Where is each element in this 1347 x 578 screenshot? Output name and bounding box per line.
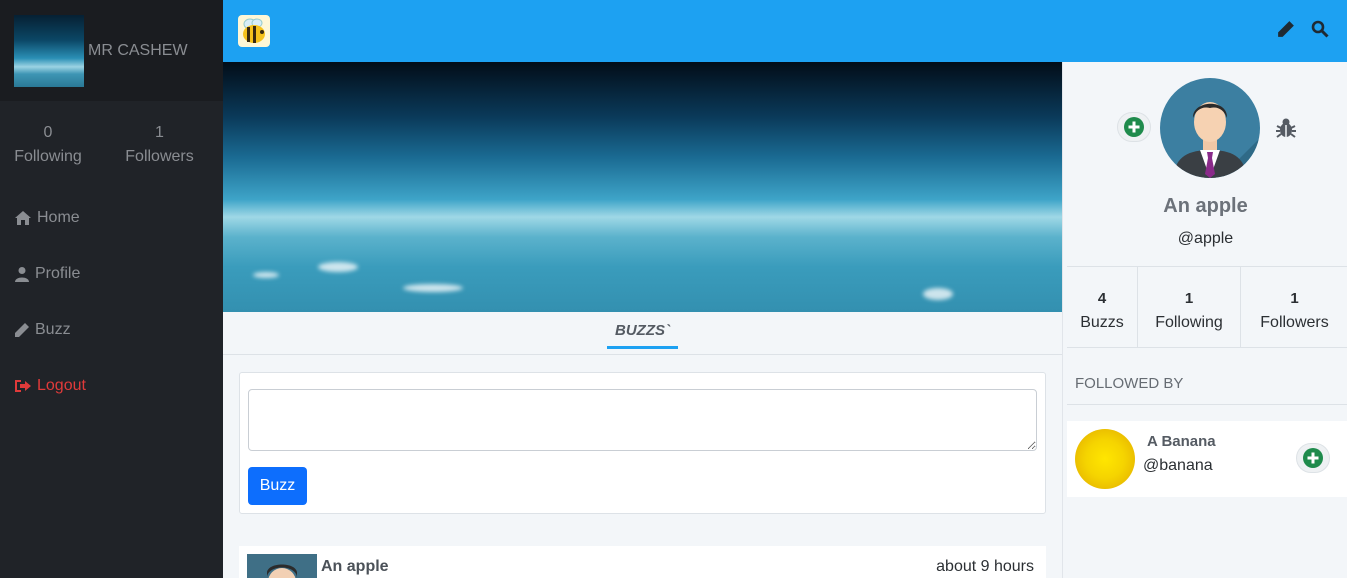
sidebar-username: MR CASHEW [88,41,188,59]
follower-name[interactable]: A Banana [1147,433,1216,450]
stat-value: 4 [1097,290,1107,307]
stat-label: Following [1155,314,1223,331]
search-icon[interactable] [1311,20,1329,38]
sidebar-item-label: Profile [35,265,81,282]
plus-circle-icon [1303,448,1323,468]
avatar[interactable] [1075,429,1135,489]
compose-box: Buzz [239,372,1046,514]
followed-by-title: FOLLOWED BY [1075,375,1184,392]
sidebar-nav: Home Profile Buzz Logout [0,190,223,414]
home-icon [15,211,31,225]
sidebar-stat-followers[interactable]: 1 Followers [96,121,223,170]
buzz-input[interactable] [248,389,1037,451]
cover-image [223,62,1062,312]
avatar[interactable] [14,14,84,87]
top-actions [1277,20,1329,38]
sidebar-item-home[interactable]: Home [0,190,223,246]
user-icon [15,267,29,282]
post-author[interactable]: An apple [321,558,389,576]
sidebar-stats: 0 Following 1 Followers [0,101,223,170]
sidebar-user[interactable]: MR CASHEW [0,0,223,101]
profile-stat-buzzs[interactable]: 4 Buzzs [1067,267,1138,347]
sidebar-item-profile[interactable]: Profile [0,246,223,302]
buzz-button[interactable]: Buzz [248,467,307,505]
profile-stat-followers[interactable]: 1 Followers [1241,267,1347,347]
pencil-icon [15,323,29,337]
sidebar-item-label: Logout [37,377,86,394]
stat-label: Followers [125,148,194,165]
profile-handle: @apple [1177,230,1234,247]
sidebar-item-label: Buzz [35,321,71,338]
follow-button[interactable] [1296,443,1330,473]
plus-circle-icon [1124,117,1144,137]
stat-label: Following [14,148,82,165]
tab-bar: BUZZS` [223,312,1062,355]
post-item: An apple about 9 hours [239,546,1046,578]
main-content: BUZZS` Buzz An apple about 9 hours [223,62,1062,578]
profile-stats: 4 Buzzs 1 Following 1 Followers [1067,266,1347,348]
stat-value: 1 [1290,290,1299,307]
follower-handle: @banana [1143,457,1213,474]
sidebar-item-logout[interactable]: Logout [0,358,223,414]
stat-label: Buzzs [1080,314,1124,331]
stat-value: 1 [1184,290,1194,307]
sidebar: MR CASHEW 0 Following 1 Followers Home P… [0,0,223,578]
bug-icon[interactable] [1274,116,1298,140]
follow-button[interactable] [1117,112,1151,142]
pencil-icon[interactable] [1277,20,1295,38]
stat-label: Followers [1260,314,1329,331]
logout-icon [15,380,31,392]
avatar[interactable] [247,554,317,578]
profile-stat-following[interactable]: 1 Following [1138,267,1241,347]
profile-card: An apple @apple [1063,62,1347,267]
bee-icon[interactable] [238,15,270,47]
divider [1067,404,1347,405]
sidebar-stat-following[interactable]: 0 Following [0,121,96,170]
post-time: about 9 hours [936,558,1034,575]
stat-value: 0 [43,124,53,141]
profile-name: An apple [1163,195,1248,217]
tab-buzzs[interactable]: BUZZS` [607,322,678,349]
top-bar [223,0,1347,62]
sidebar-item-label: Home [37,209,80,226]
follower-item: A Banana @banana [1067,421,1347,497]
profile-panel: An apple @apple 4 Buzzs 1 Following 1 Fo… [1062,62,1347,578]
stat-value: 1 [155,124,164,141]
sidebar-item-buzz[interactable]: Buzz [0,302,223,358]
profile-avatar [1160,78,1260,178]
